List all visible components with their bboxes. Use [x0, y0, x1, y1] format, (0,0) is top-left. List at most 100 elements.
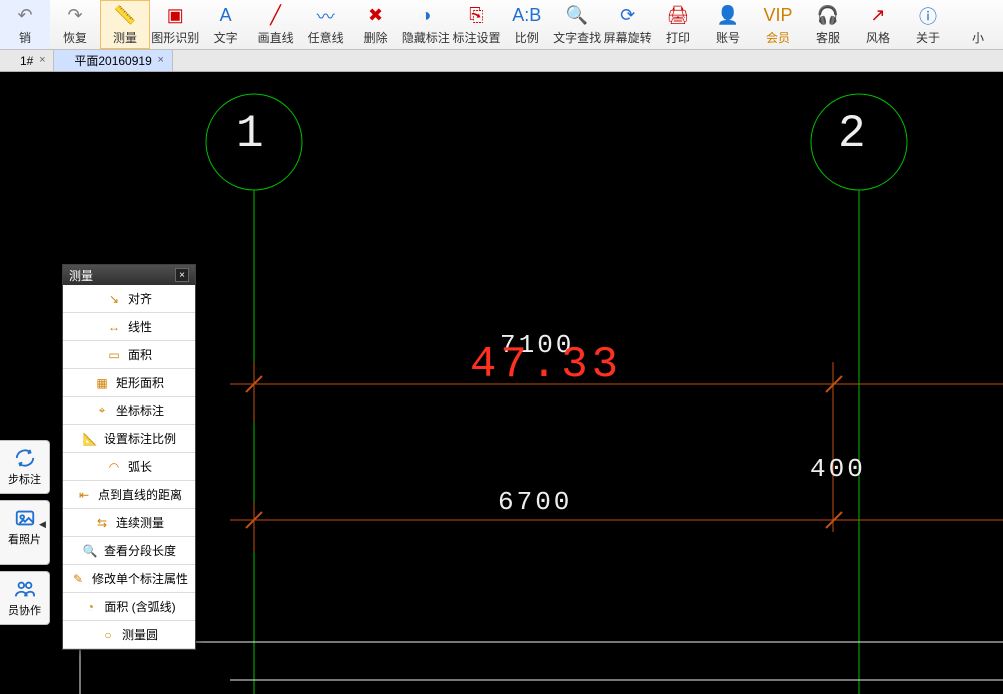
toolbar-icon: 📏	[113, 4, 137, 28]
toolbar-文字查找[interactable]: 🔍文字查找	[552, 0, 603, 49]
toolbar-icon: ↶	[13, 4, 37, 28]
measure-item-icon: ✎	[70, 571, 86, 587]
toolbar-icon: VIP	[766, 4, 790, 28]
toolbar-label: 会员	[766, 29, 790, 46]
measure-panel-title: 测量	[69, 267, 93, 284]
measure-面积[interactable]: ▭ 面积	[63, 341, 195, 369]
toolbar-图形识别[interactable]: ▣图形识别	[150, 0, 201, 49]
dim-measured: 47.33	[470, 340, 622, 390]
toolbar-icon: ╱	[264, 4, 288, 28]
toolbar-icon: ⎘	[464, 4, 488, 28]
toolbar-icon: 🔍	[565, 4, 589, 28]
toolbar-任意线[interactable]: 〰任意线	[301, 0, 351, 49]
tab-label: 1#	[20, 54, 33, 68]
measure-item-label: 连续测量	[116, 514, 164, 531]
toolbar-icon: ▣	[163, 4, 187, 28]
measure-查看分段长度[interactable]: 🔍查看分段长度	[63, 537, 195, 565]
toolbar-label: 图形识别	[151, 29, 199, 46]
toolbar-小[interactable]: 小	[953, 0, 1003, 49]
measure-item-label: 设置标注比例	[104, 430, 176, 447]
toolbar-销[interactable]: ↶销	[0, 0, 50, 49]
toolbar-测量[interactable]: 📏测量	[100, 0, 150, 49]
side-看照片[interactable]: 看照片◀	[0, 500, 50, 565]
dim-400: 400	[810, 454, 866, 484]
toolbar-画直线[interactable]: ╱画直线	[251, 0, 301, 49]
toolbar-label: 文字查找	[553, 29, 601, 46]
measure-坐标标注[interactable]: ⌖ 坐标标注	[63, 397, 195, 425]
measure-item-icon: ↔	[106, 319, 122, 335]
measure-面积 (含弧线)[interactable]: ◔面积 (含弧线)	[63, 593, 195, 621]
toolbar-label: 文字	[214, 29, 238, 46]
toolbar-icon: ↷	[63, 4, 87, 28]
measure-item-icon: ⇤	[76, 487, 92, 503]
measure-item-label: 弧长	[128, 458, 152, 475]
toolbar-icon: 👤	[716, 4, 740, 28]
measure-item-icon: ○	[100, 627, 116, 643]
measure-设置标注比例[interactable]: 📐设置标注比例	[63, 425, 195, 453]
measure-线性[interactable]: ↔线性	[63, 313, 195, 341]
measure-item-label: 对齐	[128, 290, 152, 307]
side-label: 看照片	[8, 531, 41, 547]
measure-测量圆[interactable]: ○测量圆	[63, 621, 195, 649]
toolbar-icon: 〰	[314, 4, 338, 28]
side-toolbar: 步标注看照片◀ 员协作	[0, 440, 50, 631]
close-icon[interactable]: ×	[175, 268, 189, 282]
measure-item-icon: ⌖	[94, 403, 110, 419]
toolbar-label: 标注设置	[452, 29, 500, 46]
toolbar-label: 删除	[364, 29, 388, 46]
main-toolbar: ↶销↷恢复📏测量▣图形识别A文字╱画直线〰任意线✖删除◑隐藏标注⎘标注设置A:B…	[0, 0, 1003, 50]
sync-icon	[14, 447, 36, 469]
measure-panel-header[interactable]: 测量 ×	[63, 265, 195, 285]
toolbar-客服[interactable]: 🎧客服	[803, 0, 853, 49]
measure-连续测量[interactable]: ⇆ 连续测量	[63, 509, 195, 537]
dim-6700: 6700	[498, 487, 572, 517]
toolbar-label: 打印	[666, 29, 690, 46]
photo-icon	[14, 507, 36, 529]
measure-item-label: 面积 (含弧线)	[104, 598, 175, 615]
toolbar-label: 关于	[916, 29, 940, 46]
side-label: 员协作	[8, 602, 41, 618]
toolbar-icon	[966, 4, 990, 28]
measure-弧长[interactable]: ◠弧长	[63, 453, 195, 481]
side-员协作[interactable]: 员协作	[0, 571, 50, 625]
measure-修改单个标注属性[interactable]: ✎修改单个标注属性	[63, 565, 195, 593]
toolbar-icon: A	[214, 4, 238, 28]
measure-item-icon: ⇆	[94, 515, 110, 531]
toolbar-风格[interactable]: ↗风格	[853, 0, 903, 49]
toolbar-关于[interactable]: ⓘ关于	[903, 0, 953, 49]
toolbar-label: 客服	[816, 29, 840, 46]
toolbar-icon: 🖨	[666, 4, 690, 28]
toolbar-文字[interactable]: A文字	[201, 0, 251, 49]
close-icon[interactable]: ×	[154, 53, 168, 67]
toolbar-账号[interactable]: 👤账号	[703, 0, 753, 49]
toolbar-会员[interactable]: VIP会员	[753, 0, 803, 49]
measure-item-label: 面积	[128, 346, 152, 363]
close-icon[interactable]: ×	[35, 53, 49, 67]
toolbar-label: 屏幕旋转	[604, 29, 652, 46]
measure-矩形面积[interactable]: ▦矩形面积	[63, 369, 195, 397]
team-icon	[14, 578, 36, 600]
measure-item-icon: ▭	[106, 347, 122, 363]
toolbar-标注设置[interactable]: ⎘标注设置	[451, 0, 502, 49]
measure-item-label: 坐标标注	[116, 402, 164, 419]
side-步标注[interactable]: 步标注	[0, 440, 50, 494]
measure-对齐[interactable]: ↘对齐	[63, 285, 195, 313]
toolbar-icon: A:B	[515, 4, 539, 28]
toolbar-label: 风格	[866, 29, 890, 46]
measure-点到直线的距离[interactable]: ⇤点到直线的距离	[63, 481, 195, 509]
toolbar-icon: ↗	[866, 4, 890, 28]
tab-1#[interactable]: 1#×	[0, 50, 54, 71]
measure-item-icon: ▦	[94, 375, 110, 391]
toolbar-icon: ⓘ	[916, 4, 940, 28]
toolbar-比例[interactable]: A:B比例	[502, 0, 552, 49]
tab-平面20160919[interactable]: 平面20160919×	[54, 50, 172, 71]
toolbar-恢复[interactable]: ↷恢复	[50, 0, 100, 49]
toolbar-删除[interactable]: ✖删除	[351, 0, 401, 49]
measure-panel[interactable]: 测量 × ↘对齐↔线性 ▭ 面积 ▦矩形面积 ⌖ 坐标标注 📐设置标注比例◠弧长⇤点到直线的…	[62, 264, 196, 650]
toolbar-label: 画直线	[258, 29, 294, 46]
toolbar-label: 任意线	[308, 29, 344, 46]
toolbar-icon: 🎧	[816, 4, 840, 28]
toolbar-屏幕旋转[interactable]: ⟳屏幕旋转	[602, 0, 653, 49]
toolbar-打印[interactable]: 🖨打印	[653, 0, 703, 49]
toolbar-隐藏标注[interactable]: ◑隐藏标注	[401, 0, 452, 49]
